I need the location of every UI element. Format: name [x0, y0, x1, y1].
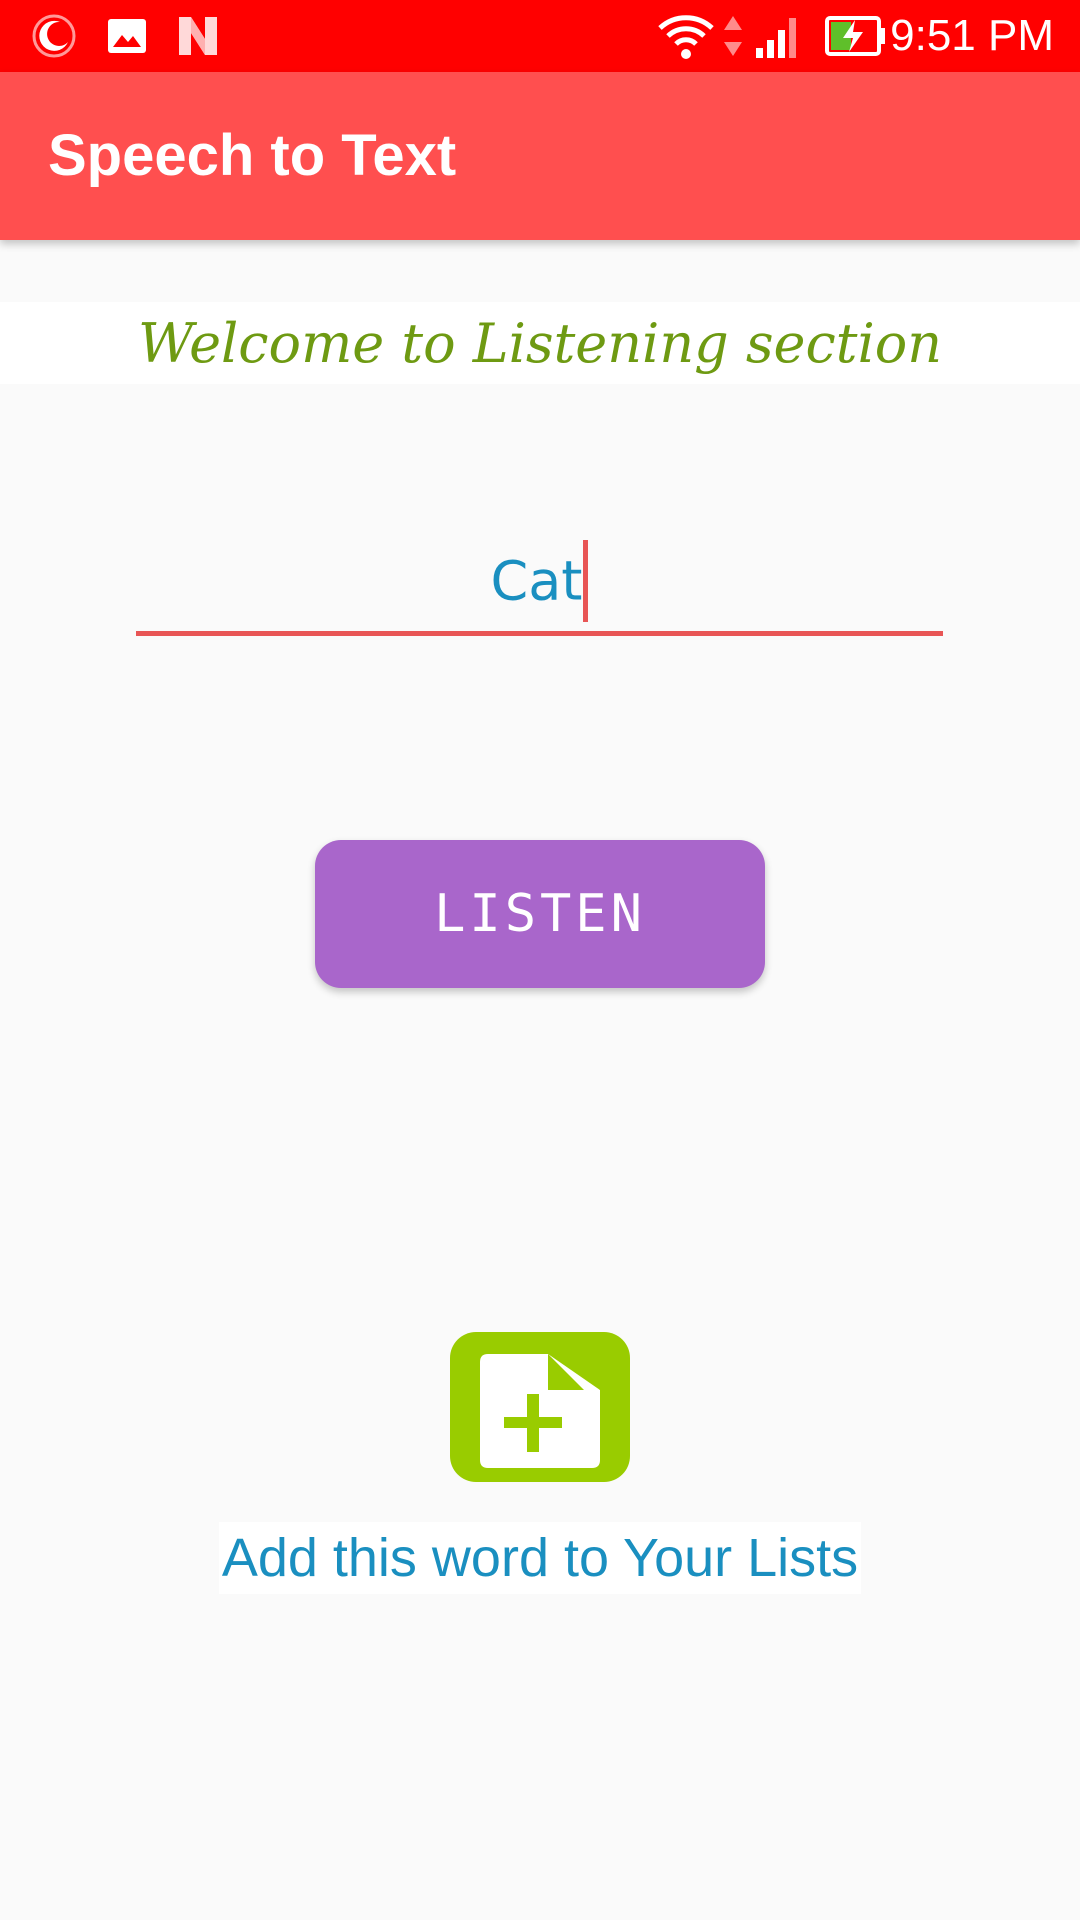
app-bar: Speech to Text	[0, 72, 1080, 240]
status-time: 9:51 PM	[890, 11, 1054, 60]
screen: 9:51 PM Speech to Text Welcome to Listen…	[0, 0, 1080, 1920]
welcome-text: Welcome to Listening section	[137, 311, 942, 375]
status-bar: 9:51 PM	[0, 0, 1080, 72]
add-word-link[interactable]: Add this word to Your Lists	[219, 1522, 861, 1594]
word-input-underline	[136, 631, 943, 636]
welcome-banner: Welcome to Listening section	[0, 302, 1080, 384]
word-input[interactable]: Cat	[136, 520, 943, 636]
signal-icon	[752, 0, 806, 72]
listen-button[interactable]: LISTEN	[315, 840, 765, 988]
text-caret	[583, 540, 589, 622]
data-arrows-icon	[720, 0, 746, 72]
word-input-value-wrap: Cat	[136, 540, 943, 626]
wifi-icon	[655, 0, 717, 72]
n-logo-icon	[172, 0, 224, 72]
word-input-value: Cat	[490, 549, 583, 613]
image-icon	[102, 0, 152, 72]
battery-charging-icon	[824, 0, 888, 72]
moon-icon	[26, 0, 82, 72]
listen-button-label: LISTEN	[434, 884, 646, 944]
add-file-icon[interactable]	[450, 1332, 630, 1482]
app-title: Speech to Text	[48, 123, 457, 188]
